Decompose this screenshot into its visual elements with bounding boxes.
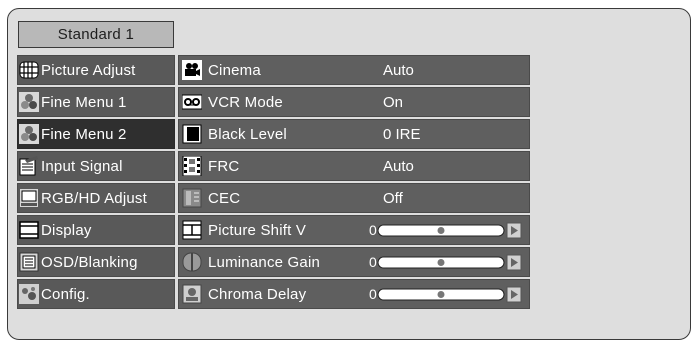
slider-track — [377, 254, 522, 271]
cec-icon — [182, 188, 202, 208]
chroma-icon — [182, 284, 202, 304]
menu-row-label: Picture Shift V — [208, 221, 307, 239]
menu-row-cinema[interactable]: Cinema Auto — [178, 55, 530, 85]
sidebar-item-input-signal[interactable]: Input Signal — [17, 151, 175, 181]
camera-icon — [182, 60, 202, 80]
menu-row-label: Luminance Gain — [208, 253, 321, 271]
menu-row-label: Black Level — [208, 125, 287, 143]
input-signal-icon — [19, 156, 38, 176]
sidebar-item-label: OSD/Blanking — [41, 253, 138, 271]
menu-row-label: Chroma Delay — [208, 285, 307, 303]
grid-icon — [19, 61, 39, 79]
slider-value: 0 — [369, 222, 377, 238]
display-icon — [19, 221, 39, 239]
menu-row-black-level[interactable]: Black Level 0 IRE — [178, 119, 530, 149]
fine-menu-icon — [19, 124, 39, 144]
menu-row-vcr-mode[interactable]: VCR Mode On — [178, 87, 530, 117]
menu-row-cec[interactable]: CEC Off — [178, 183, 530, 213]
settings-menu: Cinema Auto VCR Mode On Black Level 0 IR… — [178, 55, 530, 311]
fine-menu-icon — [19, 92, 39, 112]
menu-row-label: CEC — [208, 189, 241, 207]
menu-row-value: On — [383, 94, 404, 111]
sidebar-item-display[interactable]: Display — [17, 215, 175, 245]
sidebar-item-picture-adjust[interactable]: Picture Adjust — [17, 55, 175, 85]
luminance-gain-slider[interactable]: 0 — [369, 254, 529, 272]
picture-shift-v-slider[interactable]: 0 — [369, 222, 529, 240]
sidebar-item-fine-menu-1[interactable]: Fine Menu 1 — [17, 87, 175, 117]
sidebar-item-label: Config. — [41, 285, 90, 303]
slider-track — [377, 222, 522, 239]
slider-knob[interactable] — [437, 259, 445, 266]
sidebar-item-label: RGB/HD Adjust — [41, 189, 147, 207]
slider-track — [377, 286, 522, 303]
sidebar-item-osd-blanking[interactable]: OSD/Blanking — [17, 247, 175, 277]
slider-knob[interactable] — [437, 227, 445, 234]
mode-tab[interactable]: Standard 1 — [18, 21, 174, 48]
menu-row-picture-shift-v[interactable]: Picture Shift V 0 — [178, 215, 530, 245]
sidebar-item-label: Picture Adjust — [41, 61, 136, 79]
slider-knob[interactable] — [437, 291, 445, 298]
chroma-delay-slider[interactable]: 0 — [369, 286, 529, 304]
menu-row-value: 0 IRE — [383, 126, 421, 143]
film-icon — [182, 156, 202, 176]
slider-value: 0 — [369, 286, 377, 302]
menu-row-label: FRC — [208, 157, 240, 175]
sidebar: Picture Adjust Fine Menu 1 Fine Menu 2 I… — [17, 55, 175, 311]
menu-row-value: Auto — [383, 158, 414, 175]
sidebar-item-config[interactable]: Config. — [17, 279, 175, 309]
monitor-icon — [20, 189, 38, 207]
sidebar-item-fine-menu-2[interactable]: Fine Menu 2 — [17, 119, 175, 149]
slider-value: 0 — [369, 254, 377, 270]
osd-icon — [19, 252, 39, 272]
menu-row-chroma-delay[interactable]: Chroma Delay 0 — [178, 279, 530, 309]
sidebar-item-label: Fine Menu 1 — [41, 93, 127, 111]
menu-row-frc[interactable]: FRC Auto — [178, 151, 530, 181]
sidebar-item-label: Fine Menu 2 — [41, 125, 127, 143]
shift-icon — [182, 220, 202, 240]
menu-row-label: Cinema — [208, 61, 261, 79]
sidebar-item-rgb-hd-adjust[interactable]: RGB/HD Adjust — [17, 183, 175, 213]
menu-row-value: Off — [383, 190, 403, 207]
black-level-icon — [182, 124, 202, 144]
menu-row-label: VCR Mode — [208, 93, 283, 111]
menu-row-value: Auto — [383, 62, 414, 79]
menu-row-luminance-gain[interactable]: Luminance Gain 0 — [178, 247, 530, 277]
config-icon — [19, 284, 39, 304]
sidebar-item-label: Display — [41, 221, 92, 239]
sidebar-item-label: Input Signal — [41, 157, 123, 175]
luminance-icon — [182, 252, 202, 272]
vcr-icon — [182, 94, 202, 110]
